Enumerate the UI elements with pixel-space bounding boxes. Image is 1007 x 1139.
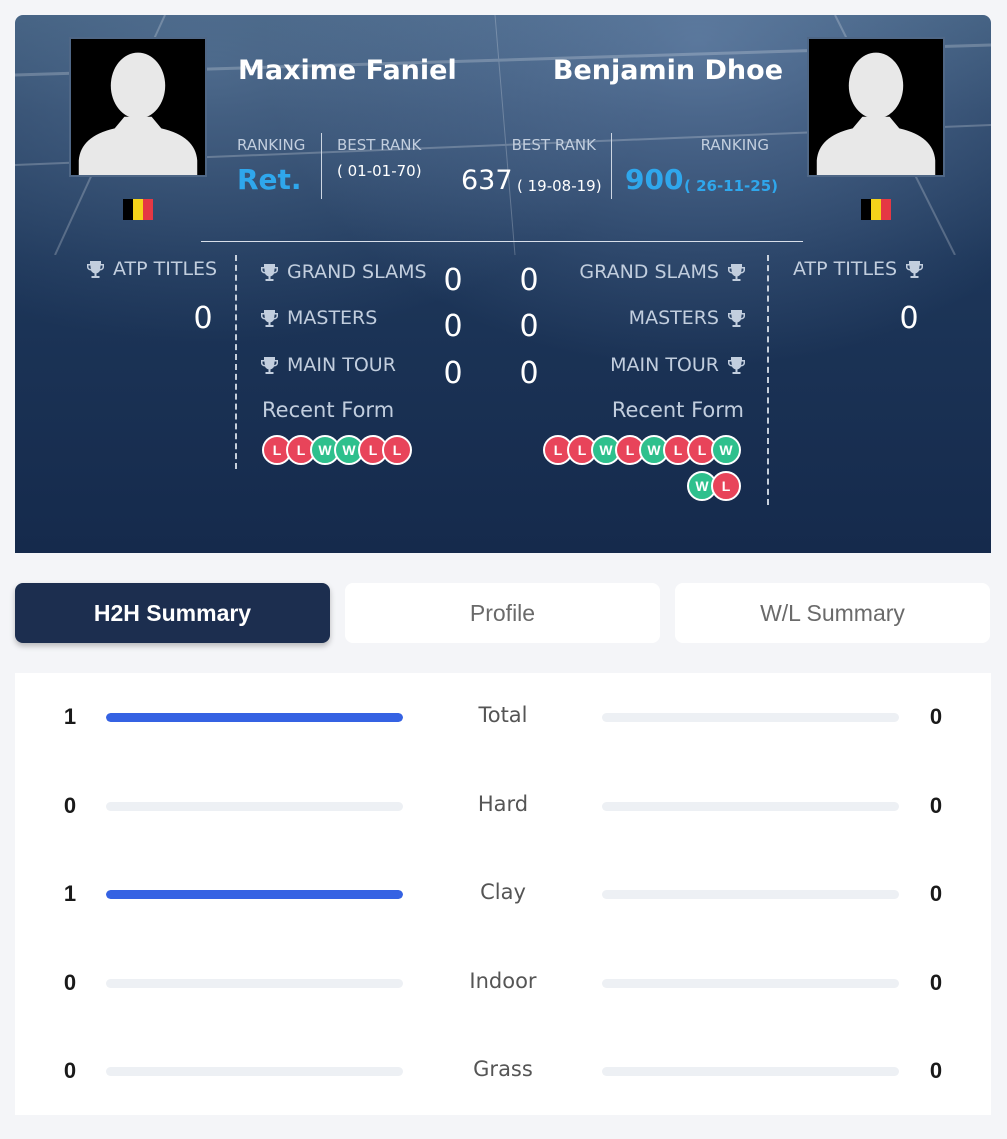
trophy-icon — [261, 264, 278, 281]
player2-best-rank-date: ( 19-08-19) — [517, 177, 602, 195]
player-header: Maxime Faniel RANKING Ret. BEST RANK ( 0… — [15, 15, 991, 553]
h2h-surface-label: Total — [478, 703, 528, 727]
player1-flag-icon — [123, 199, 153, 220]
h2h-p1-value: 0 — [63, 1058, 77, 1083]
flag-stripe-yellow — [133, 199, 143, 220]
tab-h2h-summary[interactable]: H2H Summary — [15, 583, 330, 643]
main-tour-text: MAIN TOUR — [610, 354, 719, 376]
h2h-p1-bar — [106, 979, 403, 988]
player1-masters-label: MASTERS — [261, 307, 377, 329]
masters-text: MASTERS — [628, 307, 719, 329]
tab-wl-summary[interactable]: W/L Summary — [675, 583, 990, 643]
player2-main-tour-label: MAIN TOUR — [610, 354, 745, 376]
h2h-summary-panel: 1 Total 0 0 Hard 0 1 Clay 0 0 Indoor 0 0 Grass 0 — [15, 673, 991, 1115]
grand-slams-text: GRAND SLAMS — [287, 261, 427, 283]
flag-stripe-red — [881, 199, 891, 220]
player1-best-rank-label: BEST RANK — [337, 136, 422, 154]
h2h-p2-value: 0 — [929, 881, 943, 906]
player1-best-rank-date: ( 01-01-70) — [337, 162, 422, 180]
h2h-p1-value: 0 — [63, 970, 77, 995]
masters-text: MASTERS — [287, 307, 378, 329]
dashed-divider — [235, 255, 237, 469]
player2-masters-label: MASTERS — [629, 307, 745, 329]
main-tour-text: MAIN TOUR — [287, 354, 396, 376]
h2h-p1-bar — [106, 713, 403, 722]
player1-atp-titles: 0 — [193, 301, 213, 336]
h2h-p2-bar — [602, 802, 899, 811]
player2-ranking-date: ( 26-11-25) — [684, 177, 779, 195]
player1-main-tour: 0 — [443, 356, 463, 391]
atp-titles-text: ATP TITLES — [113, 258, 218, 280]
h2h-p2-bar — [602, 979, 899, 988]
divider — [321, 133, 322, 199]
h2h-p1-bar — [106, 1067, 403, 1076]
flag-stripe-red — [143, 199, 153, 220]
h2h-p1-value: 1 — [63, 881, 77, 906]
player2-ranking: 900 — [625, 163, 684, 196]
flag-stripe-black — [123, 199, 133, 220]
trophy-icon — [728, 264, 745, 281]
h2h-p1-value: 0 — [63, 793, 77, 818]
player2-masters: 0 — [519, 309, 539, 344]
player1-grand-slams: 0 — [443, 263, 463, 298]
h2h-p1-bar-fill — [106, 890, 403, 899]
player1-main-tour-label: MAIN TOUR — [261, 354, 396, 376]
h2h-p2-bar — [602, 713, 899, 722]
player2-avatar[interactable] — [807, 37, 945, 177]
h2h-p1-value: 1 — [63, 704, 77, 729]
trophy-icon — [261, 357, 278, 374]
h2h-p1-bar — [106, 802, 403, 811]
tab-profile[interactable]: Profile — [345, 583, 660, 643]
h2h-p2-bar — [602, 1067, 899, 1076]
h2h-p2-value: 0 — [929, 970, 943, 995]
h2h-surface-label: Indoor — [469, 969, 537, 993]
grand-slams-text: GRAND SLAMS — [579, 261, 719, 283]
h2h-p2-value: 0 — [929, 704, 943, 729]
trophy-icon — [261, 310, 278, 327]
player1-atp-titles-label: ATP TITLES — [87, 258, 217, 280]
flag-stripe-black — [861, 199, 871, 220]
header-divider — [201, 241, 803, 242]
player1-masters: 0 — [443, 309, 463, 344]
trophy-icon — [728, 357, 745, 374]
player2-recent-form-label: Recent Form — [611, 398, 744, 422]
player1-ranking-label: RANKING — [237, 136, 306, 154]
h2h-surface-label: Grass — [473, 1057, 533, 1081]
player2-best-rank-label: BEST RANK — [511, 136, 596, 154]
player2-flag-icon — [861, 199, 891, 220]
player1-recent-form-label: Recent Form — [262, 398, 395, 422]
dashed-divider — [767, 255, 769, 505]
h2h-surface-label: Clay — [480, 880, 526, 904]
h2h-p1-bar — [106, 890, 403, 899]
player2-main-tour: 0 — [519, 356, 539, 391]
flag-stripe-yellow — [871, 199, 881, 220]
player2-atp-titles: 0 — [899, 301, 919, 336]
player1-name[interactable]: Maxime Faniel — [238, 55, 457, 86]
h2h-surface-label: Hard — [477, 792, 529, 816]
player2-ranking-label: RANKING — [700, 136, 769, 154]
divider — [611, 133, 612, 199]
trophy-icon — [87, 261, 104, 278]
player2-grand-slams-label: GRAND SLAMS — [579, 261, 745, 283]
h2h-p2-value: 0 — [929, 793, 943, 818]
form-loss-badge: L — [711, 471, 741, 501]
player1-grand-slams-label: GRAND SLAMS — [261, 261, 427, 283]
player1-avatar[interactable] — [69, 37, 207, 177]
player2-grand-slams: 0 — [519, 263, 539, 298]
form-loss-badge: L — [382, 435, 412, 465]
player1-ranking: Ret. — [237, 163, 302, 196]
atp-titles-text: ATP TITLES — [793, 258, 898, 280]
h2h-p2-bar — [602, 890, 899, 899]
trophy-icon — [728, 310, 745, 327]
h2h-p2-value: 0 — [929, 1058, 943, 1083]
trophy-icon — [906, 261, 924, 278]
player2-name[interactable]: Benjamin Dhoe — [553, 55, 783, 86]
player2-best-rank: 637 — [461, 165, 513, 196]
h2h-p1-bar-fill — [106, 713, 403, 722]
player2-atp-titles-label: ATP TITLES — [793, 258, 924, 280]
form-win-badge: W — [711, 435, 741, 465]
